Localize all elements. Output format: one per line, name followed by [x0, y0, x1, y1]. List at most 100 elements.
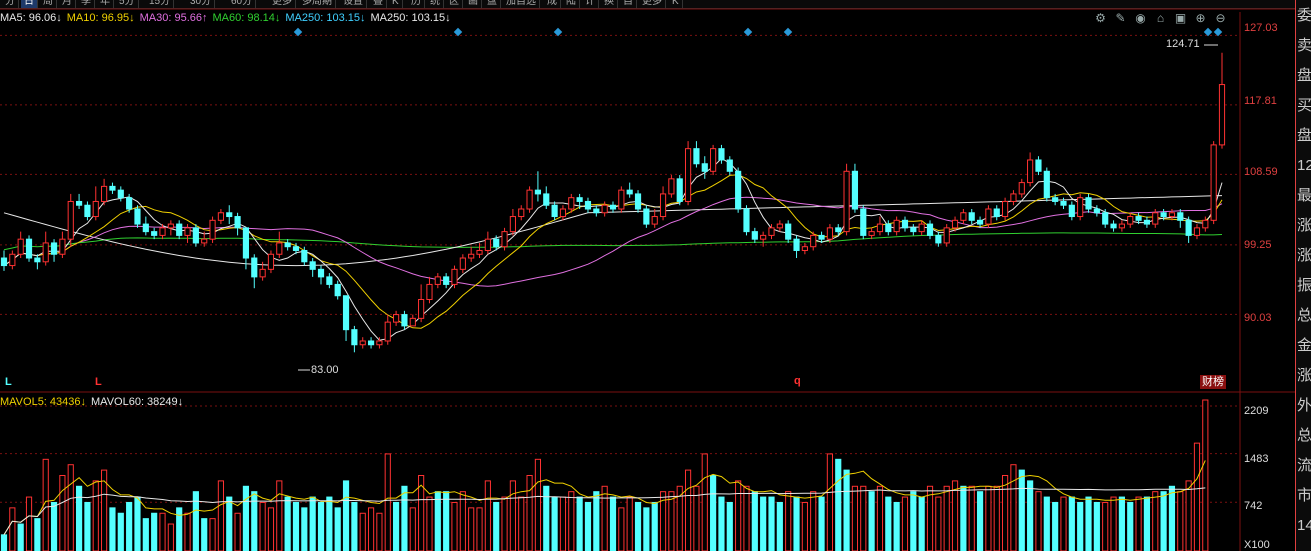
volume-bar — [609, 496, 617, 551]
volume-bar — [184, 512, 191, 551]
candle-body — [459, 257, 466, 270]
side-panel-label: 金 — [1297, 337, 1311, 354]
price-tick: 99.25 — [1244, 239, 1272, 251]
volume-bar — [443, 491, 450, 551]
chart-area[interactable] — [0, 0, 1311, 551]
volume-bar — [1010, 464, 1017, 551]
candle-body — [326, 276, 333, 285]
volume-bar — [876, 485, 884, 551]
candle-body — [267, 253, 275, 270]
volume-bar — [1202, 399, 1209, 551]
basket-icon[interactable]: ⌂ — [1152, 10, 1169, 26]
candle-body — [926, 223, 934, 236]
volume-bar — [192, 491, 199, 551]
volume-bar — [1127, 501, 1134, 551]
candle-body — [226, 212, 233, 218]
volume-bar — [376, 512, 383, 551]
volume-bar — [50, 501, 58, 551]
candle-body — [426, 283, 433, 300]
candle-body — [75, 200, 83, 206]
side-panel-label: 流 — [1297, 457, 1311, 474]
volume-bar — [901, 496, 909, 551]
candle-body — [935, 234, 942, 244]
volume-bar — [209, 518, 216, 551]
volume-bar — [1060, 496, 1067, 551]
volume-bar — [885, 496, 892, 551]
volume-bar — [893, 501, 900, 551]
volume-bar — [601, 485, 608, 551]
candle-body — [1043, 170, 1050, 199]
candle-body — [9, 253, 16, 267]
signal-marker-l[interactable]: L — [5, 376, 12, 388]
zoom-out-icon[interactable]: ⊖ — [1212, 10, 1229, 26]
volume-bar — [726, 501, 733, 551]
ma-legend-item: MA250: 103.15↓ — [370, 12, 451, 24]
side-panel-label: 最 — [1297, 187, 1311, 204]
price-tick: 90.03 — [1244, 312, 1272, 324]
candle-body — [151, 231, 158, 236]
candle-body — [418, 299, 425, 319]
candle-body — [209, 219, 216, 240]
candle-body — [1010, 193, 1017, 202]
settings-icon[interactable]: ⚙ — [1092, 10, 1109, 26]
volume-bar — [217, 480, 224, 551]
earnings-badge[interactable]: 财榜 — [1200, 375, 1226, 389]
candle-body — [1035, 159, 1042, 172]
volume-bar — [910, 491, 917, 551]
signal-marker-l[interactable]: L — [95, 376, 102, 388]
volume-legend-item: MAVOL60: 38249↓ — [91, 396, 184, 408]
candle-body — [0, 257, 8, 267]
candle-body — [1102, 212, 1109, 225]
volume-bar — [626, 496, 633, 551]
candle-body — [1160, 212, 1167, 218]
candle-body — [301, 249, 308, 263]
shirt-icon[interactable]: ▣ — [1172, 10, 1189, 26]
candle-body — [1177, 212, 1184, 221]
candle-body — [1210, 144, 1217, 221]
volume-bar — [1077, 501, 1084, 551]
candle-body — [142, 223, 149, 233]
volume-legend-item: MAVOL5: 43436↓ — [0, 396, 87, 408]
volume-bar — [401, 485, 408, 551]
candle-body — [793, 238, 800, 251]
candle-body — [242, 227, 250, 259]
volume-bar — [134, 496, 141, 551]
volume-bar — [451, 501, 458, 551]
volume-bar — [234, 512, 241, 551]
candle-body — [192, 227, 199, 244]
volume-bar — [301, 507, 308, 551]
volume-bar — [926, 485, 934, 551]
candle-body — [860, 208, 867, 236]
side-panel-label: 买 — [1297, 97, 1311, 114]
volume-bar — [835, 458, 842, 551]
candle-body — [117, 189, 124, 199]
volume-bar — [151, 512, 158, 551]
candle-body — [1085, 197, 1092, 210]
volume-bar — [951, 480, 959, 551]
price-tick: 108.59 — [1244, 166, 1278, 178]
volume-bar — [34, 518, 41, 551]
side-panel-label: 总 — [1297, 307, 1311, 324]
quote-side-panel: 委卖盘买盘12最涨涨振总金涨外总流市14 — [1295, 0, 1311, 551]
candle-body — [910, 227, 917, 233]
volume-bar — [935, 496, 942, 551]
volume-bar — [760, 496, 767, 551]
volume-bar — [776, 501, 783, 551]
candle-body — [367, 340, 375, 346]
pen-icon[interactable]: ✎ — [1112, 10, 1129, 26]
candle-body — [501, 231, 508, 248]
candle-body — [826, 227, 833, 240]
candle-body — [1143, 219, 1151, 225]
candle-body — [843, 170, 850, 233]
candle-body — [25, 238, 33, 259]
side-panel-label: 外 — [1297, 397, 1311, 414]
candle-body — [1002, 200, 1009, 218]
signal-marker-q[interactable]: q — [794, 375, 801, 387]
volume-bar — [735, 480, 742, 551]
eye-icon[interactable]: ◉ — [1132, 10, 1149, 26]
volume-bar — [484, 480, 491, 551]
zoom-in-icon[interactable]: ⊕ — [1192, 10, 1209, 26]
volume-bar — [918, 496, 925, 551]
volume-bar — [142, 518, 149, 551]
candle-body — [1027, 159, 1034, 184]
